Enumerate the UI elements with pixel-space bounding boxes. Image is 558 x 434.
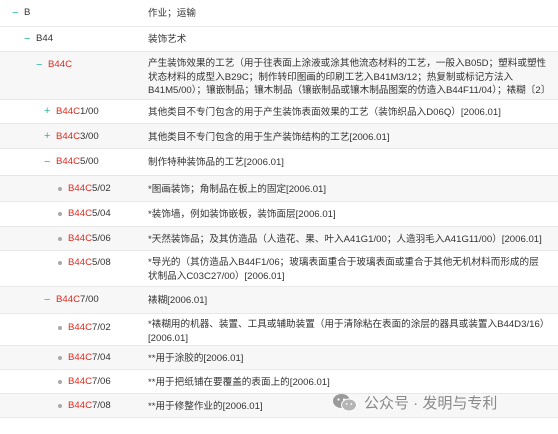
leaf-bullet: [58, 356, 62, 360]
class-description: 产生装饰效果的工艺（用于往表面上涂液或涂其他流态材料的工艺，一般入B05D；塑料…: [148, 58, 551, 96]
class-description: 其他类目不专门包含的用于产生装饰表面效果的工艺（装饰织品入D06Q）[2006.…: [148, 107, 501, 118]
collapse-toggle[interactable]: −: [44, 153, 50, 171]
class-code[interactable]: B44C5/04: [68, 206, 111, 222]
tree-row-b44c-7-02[interactable]: B44C7/02 *裱糊用的机器、装置、工具或辅助装置（用于清除粘在表面的涂层的…: [0, 314, 558, 346]
wechat-icon: [332, 393, 358, 413]
tree-row-b44[interactable]: − B44 装饰艺术: [0, 27, 558, 52]
class-description: *导光的（其仿造品入B44F1/06；玻璃表面重合于玻璃表面或重合于其他无机材料…: [148, 257, 539, 282]
leaf-bullet: [58, 212, 62, 216]
tree-row-b44c-5-00[interactable]: − B44C5/00 制作特种装饰品的工艺[2006.01]: [0, 149, 558, 176]
class-description: 裱糊[2006.01]: [148, 295, 208, 306]
tree-row-b44c-1-00[interactable]: + B44C1/00 其他类目不专门包含的用于产生装饰表面效果的工艺（装饰织品入…: [0, 100, 558, 124]
tree-row-b[interactable]: − B 作业；运输: [0, 0, 558, 27]
tree-row-b44c-7-06[interactable]: B44C7/06 **用于把纸铺在要覆盖的表面上的[2006.01]: [0, 370, 558, 394]
leaf-bullet: [58, 237, 62, 241]
collapse-toggle[interactable]: −: [44, 291, 50, 309]
expand-toggle[interactable]: +: [44, 102, 50, 120]
class-description: *裱糊用的机器、装置、工具或辅助装置（用于清除粘在表面的涂层的器具或装置入B44…: [148, 319, 545, 344]
watermark-text: 公众号 · 发明与专利: [364, 395, 498, 412]
leaf-bullet: [58, 404, 62, 408]
tree-row-b44c-3-00[interactable]: + B44C3/00 其他类目不专门包含的用于生产装饰结构的工艺[2006.01…: [0, 124, 558, 149]
tree-row-b44c[interactable]: − B44C 产生装饰效果的工艺（用于往表面上涂液或涂其他流态材料的工艺，一般入…: [0, 52, 558, 100]
class-code[interactable]: B44C1/00: [56, 104, 99, 120]
leaf-bullet: [58, 261, 62, 265]
leaf-bullet: [58, 326, 62, 330]
class-code[interactable]: B44C7/02: [68, 320, 111, 336]
class-code[interactable]: B44C7/00: [56, 292, 99, 308]
class-code[interactable]: B44C5/00: [56, 154, 99, 170]
class-code[interactable]: B44C7/04: [68, 350, 111, 366]
class-code[interactable]: B44C: [48, 57, 72, 73]
class-description: *装饰墙，例如装饰嵌板，装饰面层[2006.01]: [148, 209, 336, 220]
tree-row-b44c-5-06[interactable]: B44C5/06 *天然装饰品；及其仿造品（人造花、果、叶入A41G1/00；人…: [0, 227, 558, 251]
class-description: *图画装饰；角制品在板上的固定[2006.01]: [148, 184, 327, 195]
tree-row-b44c-7-00[interactable]: − B44C7/00 裱糊[2006.01]: [0, 287, 558, 314]
tree-row-b44c-7-04[interactable]: B44C7/04 **用于涂胶的[2006.01]: [0, 346, 558, 370]
tree-row-b44c-5-08[interactable]: B44C5/08 *导光的（其仿造品入B44F1/06；玻璃表面重合于玻璃表面或…: [0, 251, 558, 287]
class-code[interactable]: B44C3/00: [56, 129, 99, 145]
collapse-toggle[interactable]: −: [24, 30, 30, 48]
collapse-toggle[interactable]: −: [36, 56, 42, 74]
class-code[interactable]: B44: [36, 31, 53, 47]
tree-row-b44c-5-02[interactable]: B44C5/02 *图画装饰；角制品在板上的固定[2006.01]: [0, 176, 558, 202]
class-code[interactable]: B44C5/02: [68, 181, 111, 197]
tree-row-b44c-5-04[interactable]: B44C5/04 *装饰墙，例如装饰嵌板，装饰面层[2006.01]: [0, 202, 558, 227]
class-code[interactable]: B44C7/08: [68, 398, 111, 414]
class-description: 作业；运输: [148, 8, 196, 19]
class-description: **用于涂胶的[2006.01]: [148, 353, 244, 364]
leaf-bullet: [58, 187, 62, 191]
class-description: *天然装饰品；及其仿造品（人造花、果、叶入A41G1/00；人造羽毛入A41G1…: [148, 234, 542, 245]
classification-tree: − B 作业；运输 − B44 装饰艺术 − B44C 产生装饰效果的工艺（用于…: [0, 0, 558, 434]
class-code[interactable]: B: [24, 5, 30, 21]
watermark: 公众号 · 发明与专利: [332, 392, 497, 413]
collapse-toggle[interactable]: −: [12, 4, 18, 22]
class-description: 装饰艺术: [148, 34, 187, 45]
leaf-bullet: [58, 380, 62, 384]
class-code[interactable]: B44C5/08: [68, 255, 111, 271]
class-description: **用于把纸铺在要覆盖的表面上的[2006.01]: [148, 377, 330, 388]
class-description: 制作特种装饰品的工艺[2006.01]: [148, 157, 284, 168]
class-code[interactable]: B44C7/06: [68, 374, 111, 390]
class-code[interactable]: B44C5/06: [68, 231, 111, 247]
class-description: 其他类目不专门包含的用于生产装饰结构的工艺[2006.01]: [148, 132, 390, 143]
expand-toggle[interactable]: +: [44, 127, 50, 145]
